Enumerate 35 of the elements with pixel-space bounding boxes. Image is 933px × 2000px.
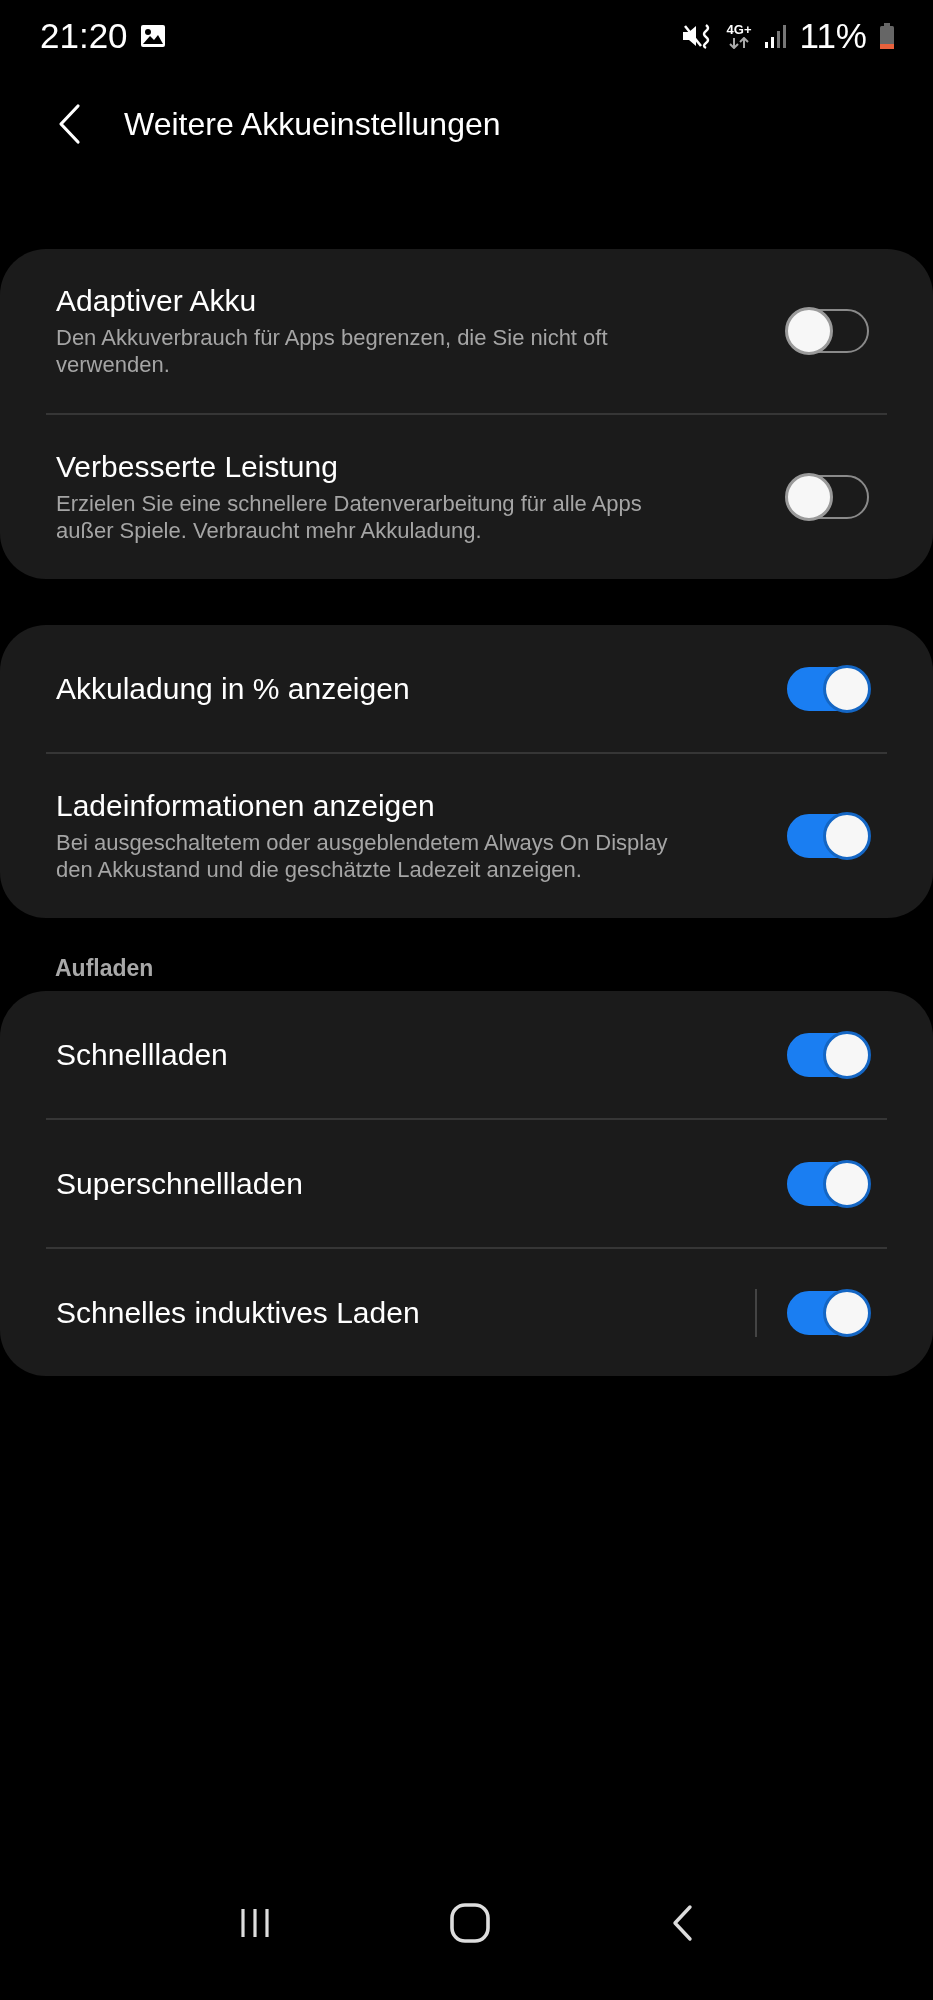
setting-description: Bei ausgeschaltetem oder ausgeblendetem Always On Display den Akkustand und die geschätzte Ladezeit anzeigen. — [56, 829, 669, 883]
setting-description: Den Akkuverbrauch für Apps begrenzen, die Sie nicht oft verwenden. — [56, 324, 609, 378]
setting-title: Akkuladung in % anzeigen — [56, 671, 411, 706]
signal-icon — [763, 23, 788, 49]
setting-title: Superschnellladen — [56, 1166, 304, 1201]
setting-row[interactable]: Schnelles induktives Laden — [46, 1249, 887, 1376]
image-icon — [139, 24, 166, 48]
section-label: Aufladen — [54, 954, 155, 983]
setting-row[interactable]: Schnellladen — [46, 991, 887, 1118]
toggle-switch[interactable] — [787, 309, 869, 353]
recent-apps-icon[interactable] — [239, 1906, 272, 1939]
network-type: 4G+ — [726, 23, 752, 37]
home-icon[interactable] — [449, 1901, 492, 1944]
toggle-switch[interactable] — [787, 1290, 869, 1335]
setting-title: Verbesserte Leistung — [56, 450, 339, 484]
setting-title: Schnellladen — [56, 1037, 229, 1072]
toggle-switch[interactable] — [787, 814, 869, 858]
page-title: Weitere Akkueinstellungen — [124, 105, 501, 143]
setting-description: Erzielen Sie eine schnellere Datenverarbeitung für alle Apps außer Spiele. Verbraucht mehr Akkuladung. — [56, 490, 643, 544]
toggle-switch[interactable] — [787, 666, 869, 711]
setting-row[interactable]: Akkuladung in % anzeigen — [46, 625, 887, 752]
setting-row[interactable]: Superschnellladen — [46, 1120, 887, 1247]
clock-time: 21:20 — [40, 16, 128, 56]
battery-icon — [879, 22, 895, 50]
toggle-switch[interactable] — [787, 1161, 869, 1206]
setting-row[interactable]: Ladeinformationen anzeigen Bei ausgeschaltetem oder ausgeblendetem Always On Display den Akkustand und die geschätzte Ladezeit anzeigen. — [46, 754, 887, 918]
setting-title: Adaptiver Akku — [56, 284, 258, 318]
data-arrows-icon — [728, 37, 751, 49]
battery-percent: 11% — [799, 16, 867, 56]
toggle-switch[interactable] — [787, 1032, 869, 1077]
setting-row[interactable]: Verbesserte Leistung Erzielen Sie eine schnellere Datenverarbeitung für alle Apps außer Spiele. Verbraucht mehr Akkuladung. — [46, 415, 887, 579]
setting-title: Schnelles induktives Laden — [56, 1295, 421, 1330]
setting-title: Ladeinformationen anzeigen — [56, 789, 436, 823]
toggle-switch[interactable] — [787, 475, 869, 519]
setting-row[interactable]: Adaptiver Akku Den Akkuverbrauch für Apps begrenzen, die Sie nicht oft verwenden. — [46, 249, 887, 413]
